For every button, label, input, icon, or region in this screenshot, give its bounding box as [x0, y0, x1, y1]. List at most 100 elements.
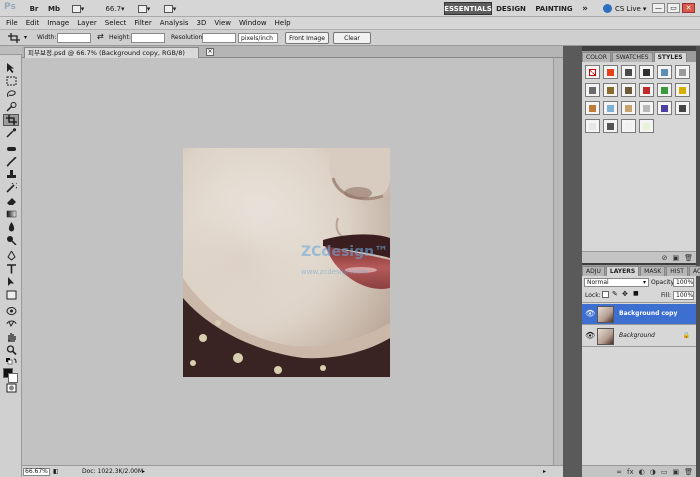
document-tab[interactable]: 피부보정.psd @ 66.7% (Background copy, RGB/8…: [24, 47, 199, 58]
status-icon[interactable]: ◧: [53, 468, 59, 475]
style-swatch[interactable]: [603, 65, 618, 79]
resolution-input[interactable]: [202, 33, 236, 43]
new-group-icon[interactable]: ▭: [661, 468, 668, 476]
height-input[interactable]: [131, 33, 165, 43]
menu-analysis[interactable]: Analysis: [160, 19, 189, 27]
lock-pixels-icon[interactable]: ✎: [612, 290, 618, 298]
menu-layer[interactable]: Layer: [77, 19, 97, 27]
gradient-tool-icon[interactable]: [3, 208, 19, 220]
style-swatch[interactable]: [585, 83, 600, 97]
marquee-tool-icon[interactable]: [3, 75, 19, 87]
tool-preset-arrow[interactable]: ▾: [24, 34, 27, 41]
tab-color[interactable]: COLOR: [582, 52, 611, 62]
style-swatch[interactable]: [639, 83, 654, 97]
menu-edit[interactable]: Edit: [26, 19, 40, 27]
style-swatch[interactable]: [639, 119, 654, 133]
width-input[interactable]: [57, 33, 91, 43]
minimize-button[interactable]: —: [652, 3, 665, 13]
document-close-icon[interactable]: ×: [206, 48, 214, 56]
menu-filter[interactable]: Filter: [134, 19, 151, 27]
mini-bridge-button[interactable]: Mb: [46, 2, 62, 15]
style-swatch[interactable]: [621, 119, 636, 133]
link-layers-icon[interactable]: ∞: [616, 468, 622, 476]
workspace-painting[interactable]: PAINTING: [535, 2, 573, 15]
dodge-tool-icon[interactable]: [3, 234, 19, 246]
image-canvas[interactable]: ZCdesign™ www.zcdesign.com: [183, 148, 390, 377]
tools-panel-grip[interactable]: [0, 46, 22, 55]
front-image-button[interactable]: Front Image: [285, 32, 329, 44]
menu-help[interactable]: Help: [275, 19, 291, 27]
type-tool-icon[interactable]: [3, 263, 19, 275]
tab-actions[interactable]: ACTI: [688, 266, 700, 276]
workspace-essentials[interactable]: ESSENTIALS: [444, 2, 492, 15]
delete-layer-icon[interactable]: 🗑: [684, 468, 693, 476]
screen-mode-icon[interactable]: ▾: [160, 2, 180, 15]
default-colors-icon[interactable]: [3, 357, 19, 366]
clear-button[interactable]: Clear: [333, 32, 371, 44]
zoom-field[interactable]: 66.67%: [23, 468, 50, 476]
lock-all-icon[interactable]: ■: [633, 290, 639, 297]
tab-history[interactable]: HIST: [666, 266, 688, 276]
quick-selection-tool-icon[interactable]: [3, 101, 19, 113]
tab-layers[interactable]: LAYERS: [605, 266, 640, 276]
close-button[interactable]: ✕: [682, 3, 695, 13]
eraser-tool-icon[interactable]: [3, 195, 19, 207]
clear-style-icon[interactable]: ⊘: [662, 254, 668, 262]
zoom-level-select[interactable]: 66.7 ▾: [101, 2, 129, 15]
layer-row-background-copy[interactable]: 👁 Background copy: [582, 304, 696, 325]
lock-position-icon[interactable]: ✥: [622, 290, 628, 298]
style-swatch[interactable]: [603, 119, 618, 133]
tab-adjustments[interactable]: ADJU: [582, 266, 605, 276]
crop-tool-preset-icon[interactable]: [8, 33, 20, 43]
arrange-documents-icon[interactable]: ▾: [134, 2, 154, 15]
tab-swatches[interactable]: SWATCHES: [611, 52, 653, 62]
brush-tool-icon[interactable]: [3, 156, 19, 168]
quick-mask-icon[interactable]: [3, 382, 19, 394]
resolution-unit-select[interactable]: pixels/inch: [238, 33, 278, 43]
path-selection-tool-icon[interactable]: [3, 276, 19, 288]
delete-style-icon[interactable]: 🗑: [684, 254, 693, 262]
zoom-tool-icon[interactable]: [3, 344, 19, 356]
view-extras-icon[interactable]: ▾: [68, 2, 88, 15]
hand-tool-icon[interactable]: [3, 331, 19, 343]
swap-dimensions-icon[interactable]: ⇄: [97, 32, 104, 41]
vertical-scrollbar[interactable]: [553, 58, 563, 465]
clone-stamp-tool-icon[interactable]: [3, 169, 19, 181]
pen-tool-icon[interactable]: [3, 250, 19, 262]
menu-image[interactable]: Image: [47, 19, 69, 27]
menu-3d[interactable]: 3D: [197, 19, 207, 27]
style-swatch[interactable]: [621, 83, 636, 97]
blend-mode-select[interactable]: Normal ▾: [584, 278, 649, 287]
style-swatch[interactable]: [603, 83, 618, 97]
3d-orbit-tool-icon[interactable]: [3, 318, 19, 330]
menu-select[interactable]: Select: [105, 19, 127, 27]
blur-tool-icon[interactable]: [3, 221, 19, 233]
style-swatch[interactable]: [657, 83, 672, 97]
new-layer-icon[interactable]: ▣: [672, 468, 679, 476]
style-swatch[interactable]: [675, 83, 690, 97]
menu-view[interactable]: View: [214, 19, 231, 27]
tab-masks[interactable]: MASK: [640, 266, 666, 276]
layer-style-icon[interactable]: fx: [627, 468, 634, 476]
style-swatch[interactable]: [675, 101, 690, 115]
move-tool-icon[interactable]: [3, 62, 19, 74]
style-swatch[interactable]: [585, 65, 600, 79]
layer-mask-icon[interactable]: ◐: [639, 468, 645, 476]
style-swatch[interactable]: [621, 65, 636, 79]
layer-visibility-eye-icon[interactable]: 👁: [585, 332, 595, 340]
menu-file[interactable]: File: [6, 19, 18, 27]
history-brush-tool-icon[interactable]: [3, 182, 19, 194]
style-swatch[interactable]: [675, 65, 690, 79]
style-swatch[interactable]: [657, 65, 672, 79]
style-swatch[interactable]: [657, 101, 672, 115]
bridge-button[interactable]: Br: [26, 2, 42, 15]
lasso-tool-icon[interactable]: [3, 88, 19, 100]
3d-rotate-tool-icon[interactable]: [3, 305, 19, 317]
restore-button[interactable]: ▭: [667, 3, 680, 13]
style-swatch[interactable]: [639, 65, 654, 79]
adjustment-layer-icon[interactable]: ◑: [650, 468, 656, 476]
status-menu-arrow[interactable]: ▸: [142, 468, 145, 475]
opacity-input[interactable]: 100%: [673, 278, 694, 287]
layer-visibility-eye-icon[interactable]: 👁: [585, 310, 595, 318]
rectangle-tool-icon[interactable]: [3, 289, 19, 301]
